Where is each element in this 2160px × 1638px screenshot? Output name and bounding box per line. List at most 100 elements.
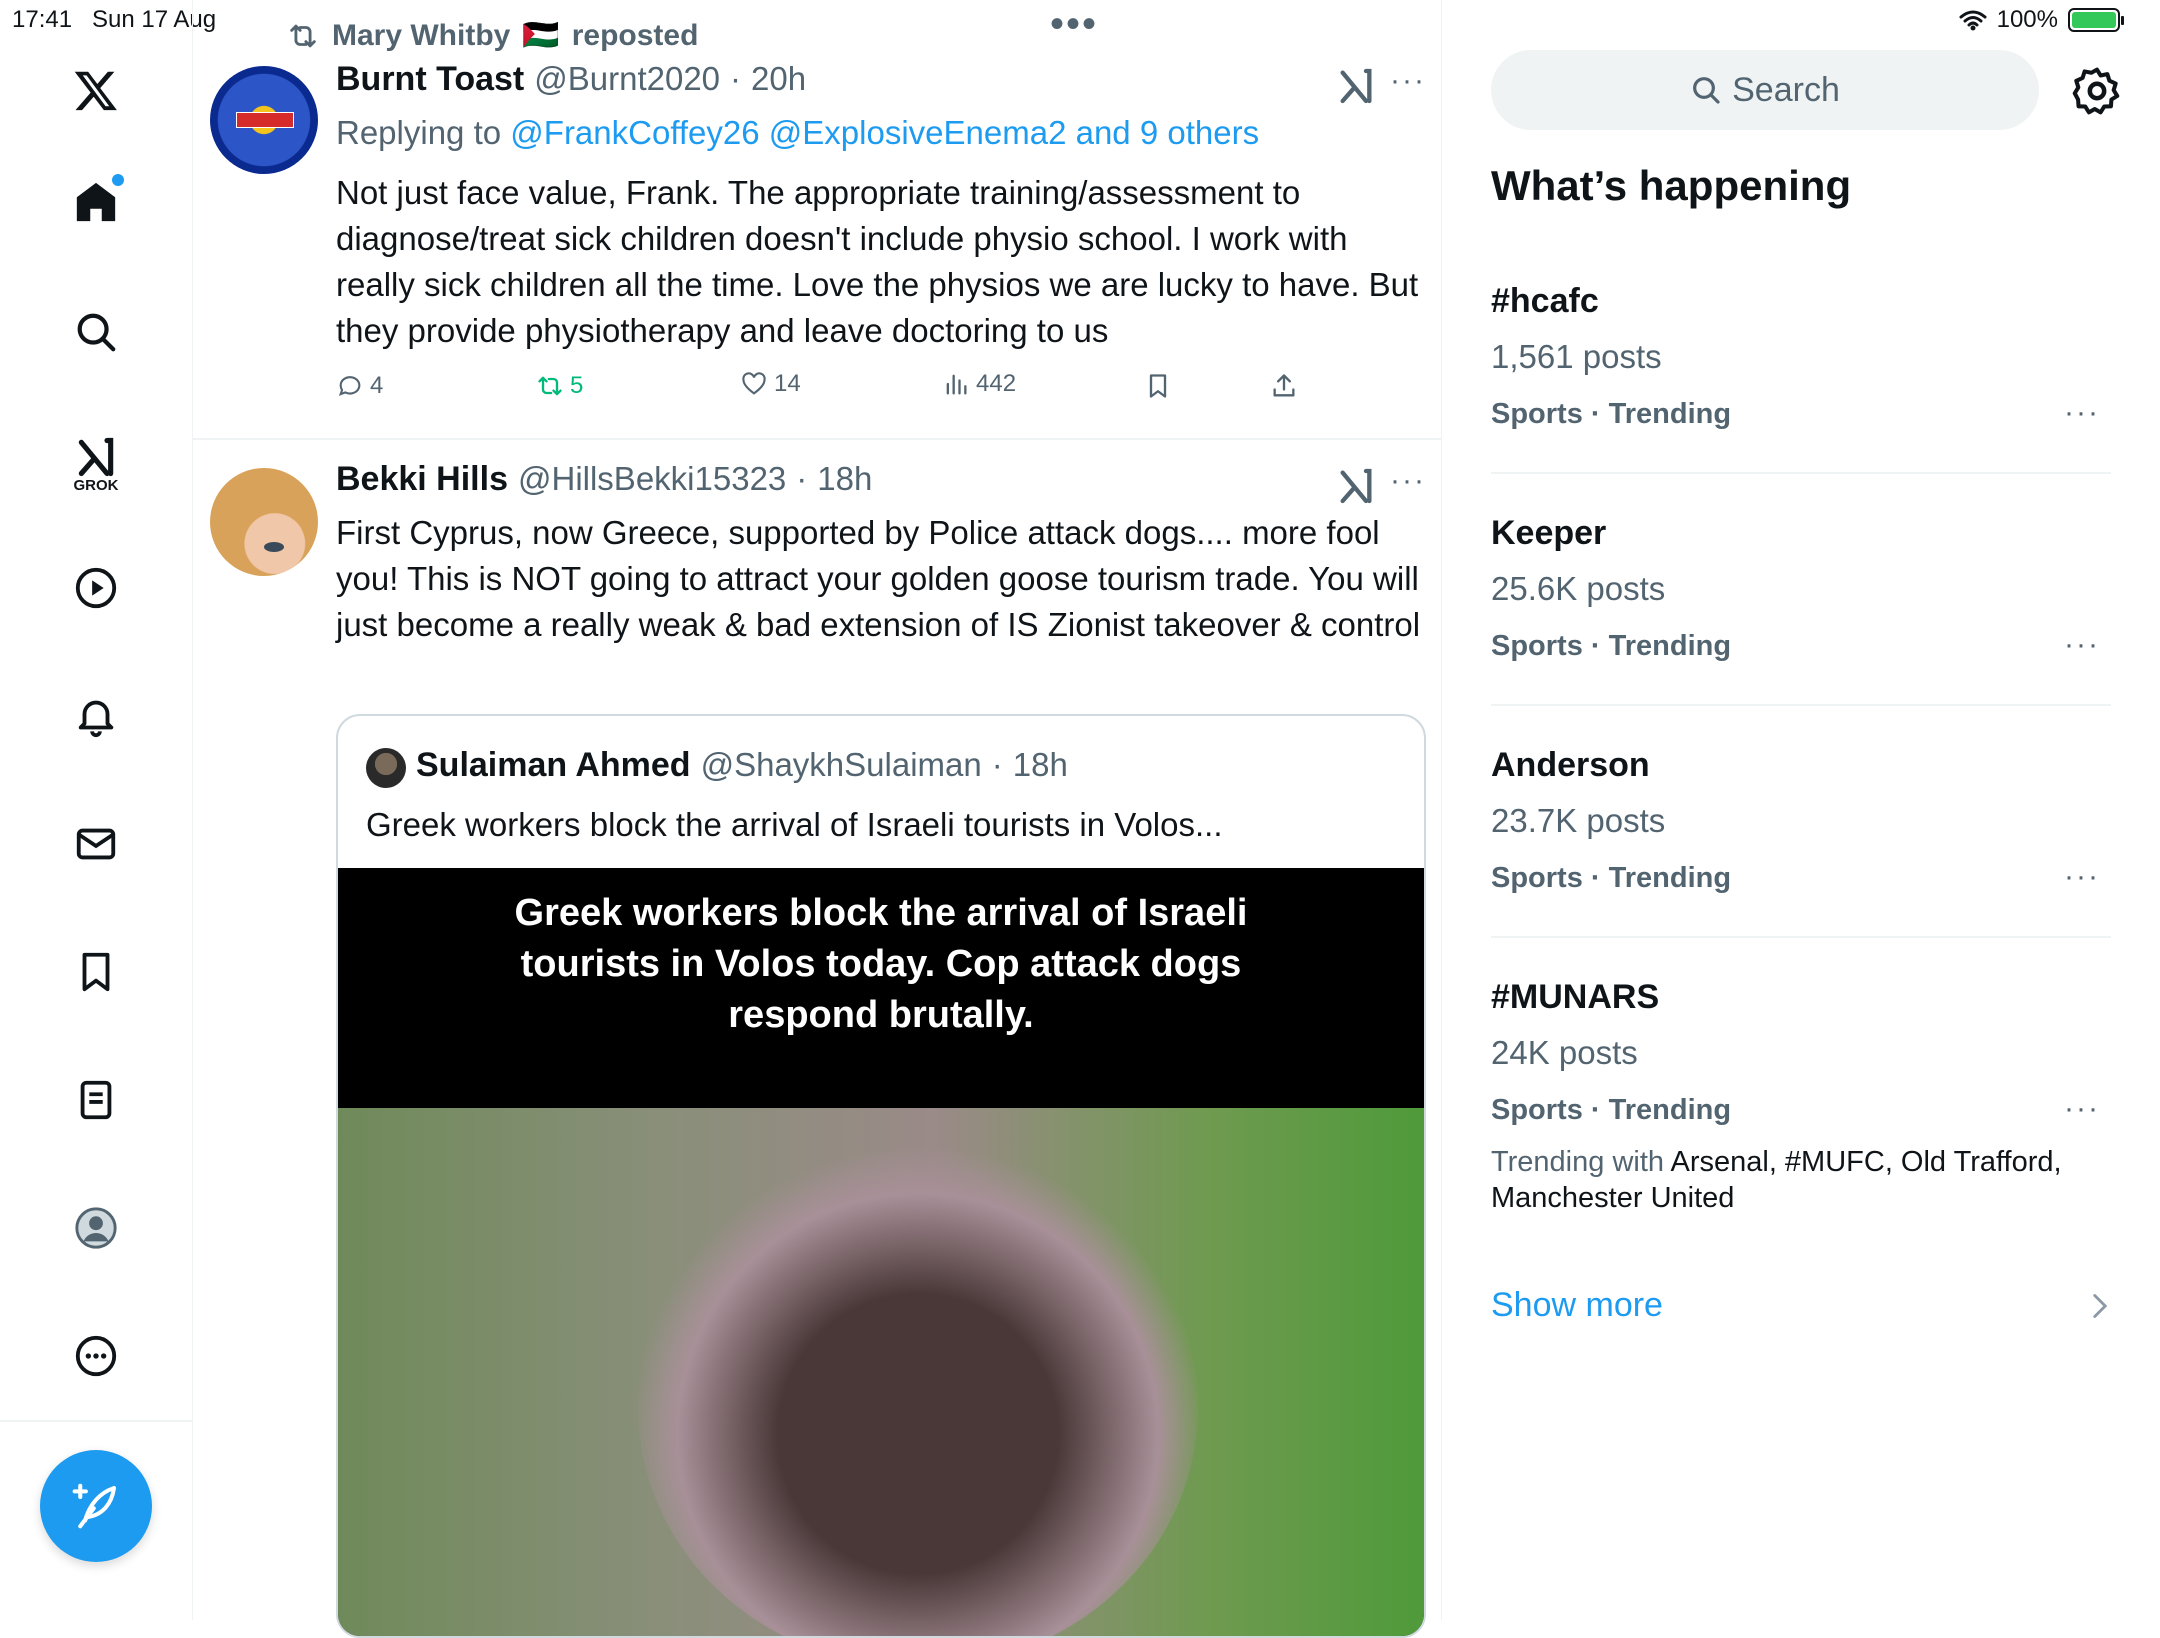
compose-post-button[interactable] xyxy=(40,1450,152,1562)
media-video-frame xyxy=(338,1108,1424,1636)
repost-count: 5 xyxy=(570,372,584,399)
wifi-icon xyxy=(1959,10,1987,31)
post-1-replying: Replying to @FrankCoffey26 @ExplosiveEne… xyxy=(336,114,1259,152)
repost-suffix: reposted xyxy=(571,18,699,52)
repost-icon xyxy=(538,376,562,396)
bookmark-button[interactable] xyxy=(1144,372,1172,400)
left-navigation: GROK xyxy=(0,0,193,1620)
quote-time: 18h xyxy=(1012,746,1068,783)
trend-category: Sports · Trending xyxy=(1491,398,1732,430)
lists-icon[interactable] xyxy=(64,1068,128,1132)
trend-category: Sports · Trending xyxy=(1491,862,1732,894)
trend-title[interactable]: Keeper xyxy=(1491,514,1606,553)
bookmark-icon xyxy=(1149,374,1167,398)
share-icon xyxy=(1273,374,1295,397)
notifications-bell-icon[interactable] xyxy=(64,684,128,748)
views-button[interactable]: 442 xyxy=(942,370,1016,398)
post-1-author-name[interactable]: Burnt Toast xyxy=(336,60,524,99)
multitask-dots-icon[interactable]: ••• xyxy=(1050,2,1098,47)
quoted-post-card[interactable]: Sulaiman Ahmed @ShaykhSulaiman · 18h Gre… xyxy=(336,714,1426,1638)
reposter-name[interactable]: Mary Whitby xyxy=(332,19,510,53)
grok-label: GROK xyxy=(73,476,119,494)
heart-icon xyxy=(742,372,766,395)
reply-count: 4 xyxy=(370,372,384,399)
trend-more-icon[interactable]: ··· xyxy=(2064,396,2100,430)
home-icon[interactable] xyxy=(64,170,128,234)
battery-level xyxy=(2072,12,2116,28)
trend-divider xyxy=(1491,936,2111,938)
post-1-text: Not just face value, Frank. The appropri… xyxy=(336,174,1419,349)
more-options-icon[interactable] xyxy=(64,1324,128,1388)
grok-icon xyxy=(78,437,114,476)
like-button[interactable]: 14 xyxy=(740,370,801,398)
quote-text: Greek workers block the arrival of Israe… xyxy=(366,806,1223,843)
quote-media-video[interactable]: Greek workers block the arrival of Israe… xyxy=(338,868,1424,1636)
quote-avatar xyxy=(366,748,406,788)
grok-icon[interactable] xyxy=(1336,66,1376,106)
status-indicators: 100% xyxy=(1959,6,2124,34)
profile-avatar-icon[interactable] xyxy=(64,1196,128,1260)
trend-more-icon[interactable]: ··· xyxy=(2064,860,2100,894)
post-2-author-name[interactable]: Bekki Hills xyxy=(336,460,508,499)
trend-posts: 24K posts xyxy=(1491,1034,1638,1071)
battery-icon xyxy=(2068,8,2124,32)
trend-title[interactable]: Anderson xyxy=(1491,746,1650,785)
settings-gear-icon[interactable] xyxy=(2070,64,2124,118)
avatar-badge-graphic xyxy=(236,112,294,128)
reply-icon xyxy=(338,376,361,396)
flag-emoji: 🇵🇸 xyxy=(522,19,560,52)
quote-handle: @ShaykhSulaiman xyxy=(700,746,982,783)
post-1-more-icon[interactable]: ··· xyxy=(1390,64,1426,98)
views-chart-icon xyxy=(946,374,967,395)
trend-more-icon[interactable]: ··· xyxy=(2064,628,2100,662)
x-logo-icon[interactable] xyxy=(64,58,128,122)
trending-with-prefix: Trending with xyxy=(1491,1146,1665,1178)
search-placeholder: Search xyxy=(1732,70,1840,109)
grok-icon[interactable] xyxy=(1336,466,1376,506)
post-1-time[interactable]: 20h xyxy=(751,60,806,98)
trend-title[interactable]: #MUNARS xyxy=(1491,978,1659,1017)
avatar-bekki-hills[interactable] xyxy=(210,468,318,576)
search-input[interactable]: Search xyxy=(1491,50,2039,130)
trend-divider xyxy=(1491,472,2111,474)
trending-with: Trending with Arsenal, #MUFC, Old Traffo… xyxy=(1491,1144,2111,1216)
share-button[interactable] xyxy=(1270,372,1298,400)
reply-button[interactable]: 4 xyxy=(336,372,383,400)
trend-divider xyxy=(1491,704,2111,706)
nav-divider xyxy=(0,1420,192,1422)
whats-happening-heading: What’s happening xyxy=(1491,162,1852,209)
quote-author-name: Sulaiman Ahmed xyxy=(416,746,691,784)
repost-button[interactable]: 5 xyxy=(536,372,583,400)
trend-title[interactable]: #hcafc xyxy=(1491,282,1599,321)
notification-dot xyxy=(112,174,124,186)
trend-posts: 25.6K posts xyxy=(1491,570,1666,607)
post-1-separator: · xyxy=(730,60,742,97)
trend-category: Sports · Trending xyxy=(1491,1094,1732,1126)
trend-more-icon[interactable]: ··· xyxy=(2064,1092,2100,1126)
post-2-handle[interactable]: @HillsBekki15323 xyxy=(518,460,786,498)
post-divider xyxy=(193,438,1441,440)
compose-feather-icon xyxy=(72,1483,117,1529)
quote-separator: · xyxy=(991,746,1003,783)
video-icon[interactable] xyxy=(64,556,128,620)
post-1-handle[interactable]: @Burnt2020 xyxy=(534,60,720,98)
post-2-time[interactable]: 18h xyxy=(817,460,872,498)
repost-icon xyxy=(290,24,316,47)
post-2-more-icon[interactable]: ··· xyxy=(1390,464,1426,498)
bookmarks-icon[interactable] xyxy=(64,940,128,1004)
avatar-eye-graphic xyxy=(264,542,284,552)
trend-category: Sports · Trending xyxy=(1491,630,1732,662)
search-icon[interactable] xyxy=(64,300,128,364)
replying-to-link[interactable]: @FrankCoffey26 @ExplosiveEnema2 and 9 ot… xyxy=(510,114,1259,151)
media-dog-shape xyxy=(638,1148,1198,1636)
battery-percent: 100% xyxy=(1996,6,2058,33)
like-count: 14 xyxy=(774,370,801,397)
avatar-burnt-toast[interactable] xyxy=(210,66,318,174)
post-2-text: First Cyprus, now Greece, supported by P… xyxy=(336,514,1421,643)
show-more-link[interactable]: Show more xyxy=(1491,1286,1663,1325)
post-2-header: Bekki Hills @HillsBekki15323 · 18h xyxy=(336,460,872,499)
views-count: 442 xyxy=(976,370,1017,397)
messages-envelope-icon[interactable] xyxy=(64,812,128,876)
post-2-separator: · xyxy=(796,460,808,497)
grok-nav-item[interactable]: GROK xyxy=(64,424,128,504)
